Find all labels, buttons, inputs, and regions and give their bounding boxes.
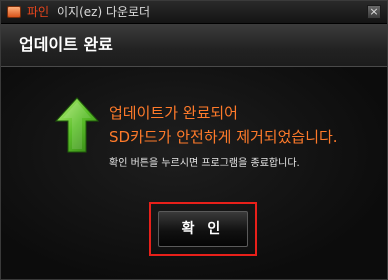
confirm-button[interactable]: 확 인 <box>158 211 248 247</box>
message-line-1: 업데이트가 완료되어 <box>109 104 238 122</box>
message-line-2: SD카드가 안전하게 제거되었습니다. <box>109 128 338 146</box>
app-window: 파인 이지(ez) 다운로더 × 업데이트 완료 업데이트가 완료되어 SD카드… <box>0 0 388 280</box>
dialog-header: 업데이트 완료 <box>1 24 387 67</box>
close-icon: × <box>369 5 379 18</box>
green-up-arrow-icon <box>55 97 99 153</box>
close-button[interactable]: × <box>367 5 381 19</box>
window-title: 이지(ez) 다운로더 <box>57 5 151 19</box>
confirm-highlight: 확 인 <box>149 202 257 256</box>
message-instruction: 확인 버튼을 누르시면 프로그램을 종료합니다. <box>109 158 300 169</box>
page-title: 업데이트 완료 <box>19 35 113 54</box>
title-bar[interactable]: 파인 이지(ez) 다운로더 × <box>1 1 387 24</box>
dialog-content: 업데이트가 완료되어 SD카드가 안전하게 제거되었습니다. 확인 버튼을 누르… <box>1 67 387 279</box>
window-title-brand: 파인 <box>27 5 50 19</box>
app-icon <box>7 6 21 18</box>
